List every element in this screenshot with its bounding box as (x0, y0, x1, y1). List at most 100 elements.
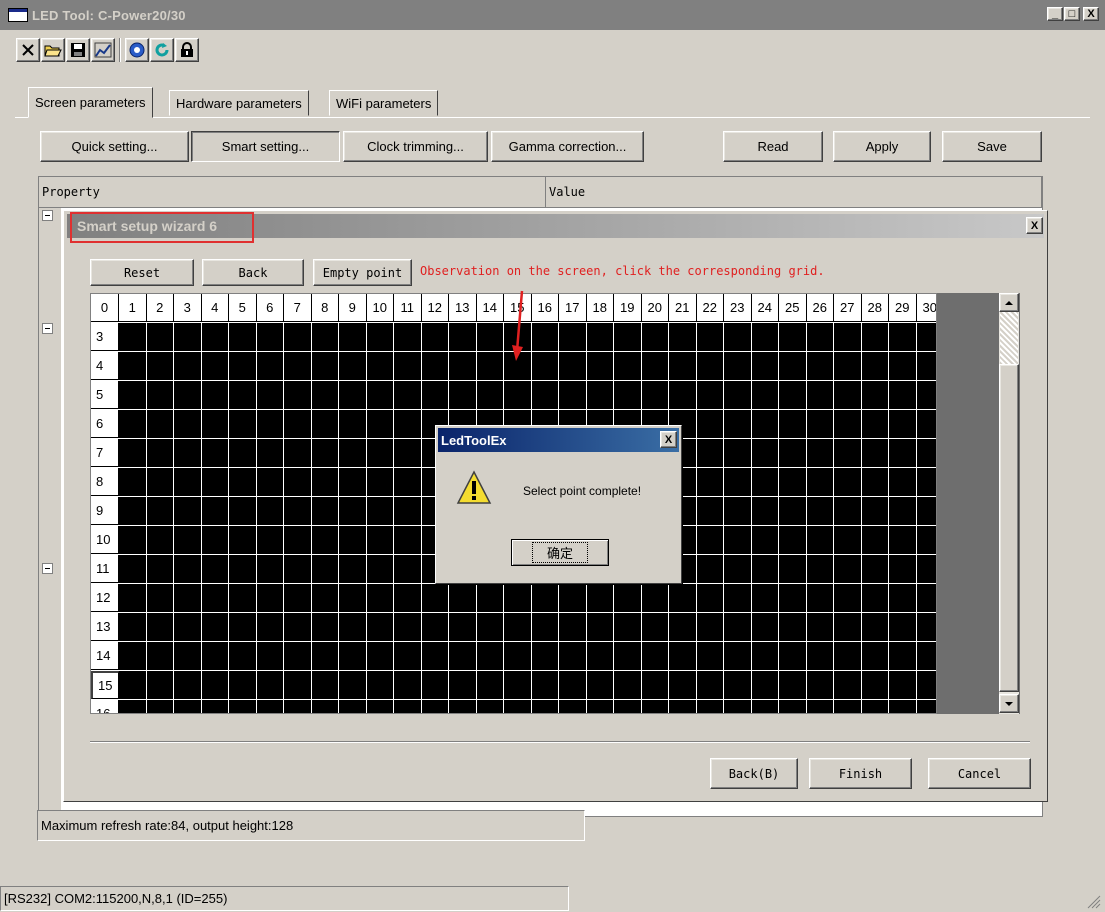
expand-collapse-icon[interactable] (42, 210, 53, 221)
grid-cell[interactable] (449, 613, 477, 642)
grid-cell[interactable] (916, 700, 936, 713)
grid-cell[interactable] (614, 352, 642, 381)
grid-cell[interactable] (476, 700, 504, 713)
grid-cell[interactable] (339, 613, 367, 642)
grid-cell[interactable] (339, 642, 367, 671)
grid-cell[interactable] (119, 526, 147, 555)
grid-cell[interactable] (889, 381, 917, 410)
grid-cell[interactable] (669, 700, 697, 713)
grid-cell[interactable] (146, 410, 174, 439)
grid-cell[interactable] (449, 352, 477, 381)
grid-cell[interactable] (669, 323, 697, 352)
grid-cell[interactable] (614, 323, 642, 352)
grid-cell[interactable] (559, 700, 587, 713)
grid-cell[interactable] (531, 584, 559, 613)
grid-cell[interactable] (284, 526, 312, 555)
scroll-down-button[interactable] (999, 694, 1019, 713)
grid-cell[interactable] (531, 352, 559, 381)
grid-cell[interactable] (366, 323, 394, 352)
grid-cell[interactable] (311, 497, 339, 526)
grid-cell[interactable] (751, 642, 779, 671)
grid-cell[interactable] (366, 410, 394, 439)
grid-cell[interactable] (339, 497, 367, 526)
grid-cell[interactable] (256, 671, 284, 700)
grid-cell[interactable] (256, 555, 284, 584)
grid-cell[interactable] (201, 439, 229, 468)
grid-cell[interactable] (366, 526, 394, 555)
grid-cell[interactable] (751, 352, 779, 381)
grid-cell[interactable] (174, 410, 202, 439)
back-b-button[interactable]: Back(B) (710, 758, 798, 789)
grid-cell[interactable] (586, 613, 614, 642)
grid-cell[interactable] (201, 613, 229, 642)
grid-cell[interactable] (476, 642, 504, 671)
grid-cell[interactable] (724, 584, 752, 613)
grid-cell[interactable] (724, 526, 752, 555)
grid-cell[interactable] (476, 671, 504, 700)
grid-cell[interactable] (806, 526, 834, 555)
grid-cell[interactable] (229, 526, 257, 555)
grid-cell[interactable] (394, 410, 422, 439)
grid-cell[interactable] (229, 584, 257, 613)
grid-cell[interactable] (394, 439, 422, 468)
grid-cell[interactable] (861, 642, 889, 671)
grid-cell[interactable] (779, 526, 807, 555)
grid-cell[interactable] (889, 613, 917, 642)
resize-grip-icon[interactable] (1085, 893, 1101, 909)
grid-cell[interactable] (724, 613, 752, 642)
grid-cell[interactable] (421, 642, 449, 671)
grid-cell[interactable] (366, 584, 394, 613)
grid-cell[interactable] (806, 700, 834, 713)
grid-cell[interactable] (119, 700, 147, 713)
toolbar-open-button[interactable] (41, 38, 65, 62)
grid-cell[interactable] (614, 584, 642, 613)
grid-cell[interactable] (449, 671, 477, 700)
grid-cell[interactable] (779, 381, 807, 410)
grid-cell[interactable] (311, 584, 339, 613)
grid-cell[interactable] (256, 613, 284, 642)
grid-cell[interactable] (229, 352, 257, 381)
grid-cell[interactable] (284, 613, 312, 642)
grid-cell[interactable] (669, 671, 697, 700)
reset-button[interactable]: Reset (90, 259, 194, 286)
grid-cell[interactable] (284, 671, 312, 700)
grid-cell[interactable] (201, 410, 229, 439)
grid-cell[interactable] (174, 555, 202, 584)
grid-cell[interactable] (146, 468, 174, 497)
grid-cell[interactable] (146, 584, 174, 613)
grid-cell[interactable] (696, 497, 724, 526)
grid-cell[interactable] (916, 584, 936, 613)
grid-cell[interactable] (724, 642, 752, 671)
grid-cell[interactable] (476, 381, 504, 410)
grid-cell[interactable] (174, 584, 202, 613)
grid-cell[interactable] (339, 468, 367, 497)
grid-cell[interactable] (751, 700, 779, 713)
grid-cell[interactable] (834, 613, 862, 642)
grid-cell[interactable] (751, 323, 779, 352)
grid-cell[interactable] (449, 700, 477, 713)
toolbar-close-button[interactable] (16, 38, 40, 62)
grid-cell[interactable] (366, 439, 394, 468)
grid-cell[interactable] (834, 497, 862, 526)
grid-cell[interactable] (834, 555, 862, 584)
grid-cell[interactable] (861, 584, 889, 613)
grid-cell[interactable] (531, 323, 559, 352)
grid-cell[interactable] (806, 584, 834, 613)
grid-cell[interactable] (806, 323, 834, 352)
grid-cell[interactable] (641, 642, 669, 671)
grid-cell[interactable] (586, 352, 614, 381)
grid-cell[interactable] (229, 613, 257, 642)
grid-cell[interactable] (834, 642, 862, 671)
grid-cell[interactable] (366, 671, 394, 700)
grid-cell[interactable] (119, 555, 147, 584)
grid-cell[interactable] (861, 323, 889, 352)
grid-cell[interactable] (311, 381, 339, 410)
grid-cell[interactable] (669, 381, 697, 410)
grid-cell[interactable] (504, 381, 532, 410)
grid-cell[interactable] (779, 468, 807, 497)
grid-cell[interactable] (339, 381, 367, 410)
grid-cell[interactable] (669, 352, 697, 381)
grid-cell[interactable] (174, 526, 202, 555)
grid-cell[interactable] (146, 381, 174, 410)
grid-cell[interactable] (449, 381, 477, 410)
